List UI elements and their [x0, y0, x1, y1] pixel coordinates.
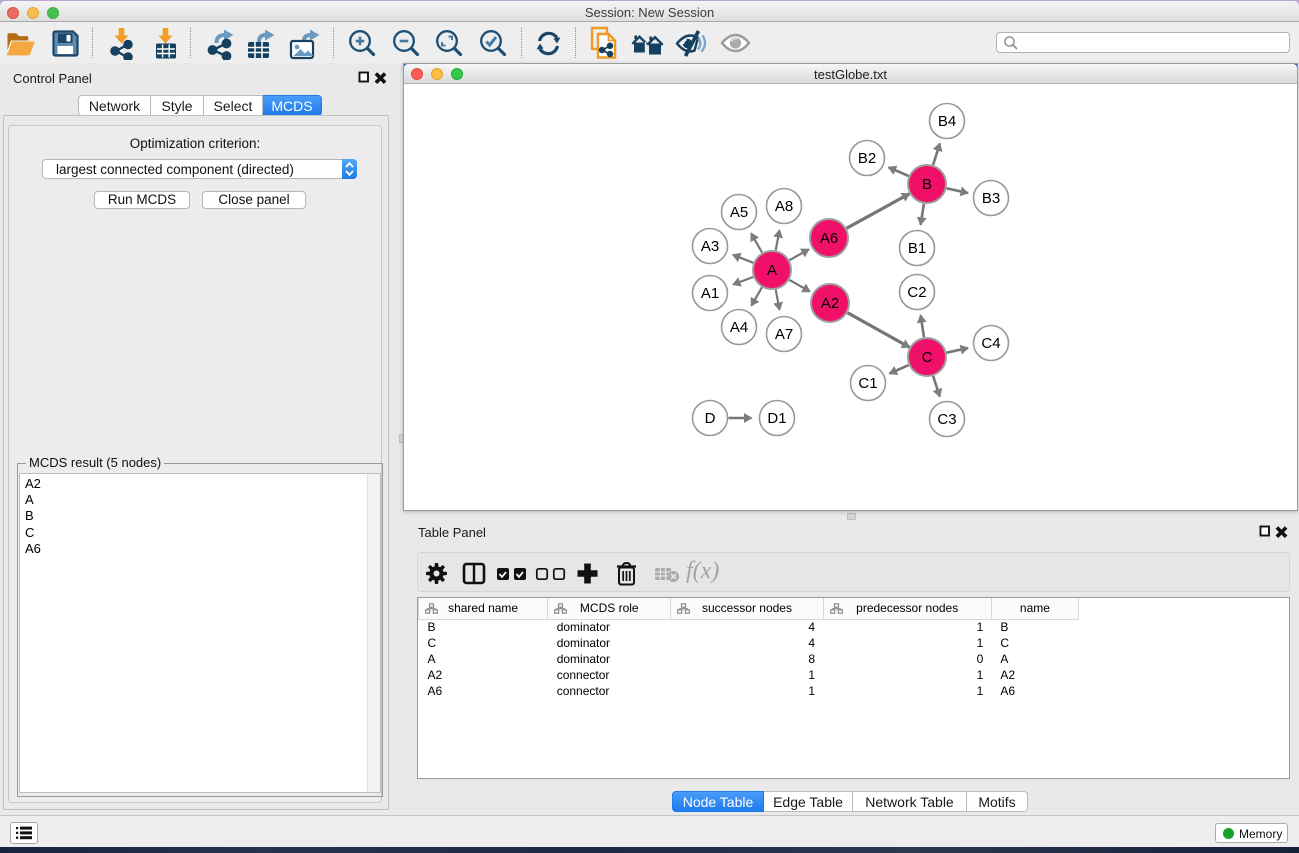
- svg-text:B: B: [922, 176, 932, 193]
- svg-text:A2: A2: [821, 295, 839, 312]
- svg-text:B1: B1: [908, 240, 926, 257]
- svg-text:D: D: [705, 410, 716, 427]
- svg-text:B4: B4: [938, 113, 956, 130]
- svg-text:A1: A1: [701, 285, 719, 302]
- svg-text:A3: A3: [701, 238, 719, 255]
- svg-text:B3: B3: [982, 190, 1000, 207]
- svg-text:A: A: [767, 262, 777, 279]
- svg-text:C1: C1: [858, 375, 877, 392]
- svg-text:C2: C2: [907, 284, 926, 301]
- svg-text:A6: A6: [820, 230, 838, 247]
- svg-text:A4: A4: [730, 319, 748, 336]
- svg-text:A5: A5: [730, 204, 748, 221]
- svg-text:C4: C4: [981, 335, 1000, 352]
- svg-text:B2: B2: [858, 150, 876, 167]
- svg-text:C: C: [922, 349, 933, 366]
- svg-text:A8: A8: [775, 198, 793, 215]
- svg-text:C3: C3: [937, 411, 956, 428]
- svg-text:A7: A7: [775, 326, 793, 343]
- svg-text:D1: D1: [767, 410, 786, 427]
